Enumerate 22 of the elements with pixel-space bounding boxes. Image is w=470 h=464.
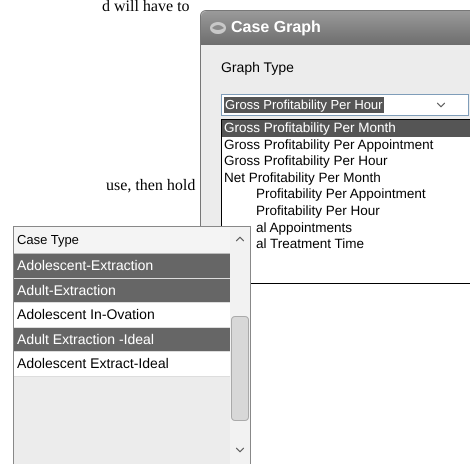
list-row[interactable]: Adult Extraction -Ideal bbox=[14, 328, 230, 352]
window-title: Case Graph bbox=[231, 18, 321, 38]
column-header: Case Type bbox=[14, 227, 230, 254]
app-icon bbox=[209, 20, 227, 36]
dropdown-option[interactable]: al Treatment Time bbox=[254, 236, 470, 253]
dropdown-option[interactable]: Gross Profitability Per Hour bbox=[222, 153, 470, 170]
list-row[interactable]: Adult-Extraction bbox=[14, 278, 230, 303]
dropdown-option[interactable]: Net Profitability Per Month bbox=[222, 170, 470, 186]
list-row[interactable]: Adolescent Extract-Ideal bbox=[14, 352, 230, 376]
dropdown-option[interactable]: Gross Profitability Per Appointment bbox=[222, 136, 470, 154]
list-row[interactable]: Adolescent-Extraction bbox=[14, 254, 230, 278]
body-text: use, then hold bbox=[106, 176, 196, 196]
dropdown-option[interactable]: Gross Profitability Per Month bbox=[222, 120, 470, 137]
dropdown-option[interactable]: Profitability Per Appointment bbox=[254, 186, 470, 203]
scrollbar[interactable] bbox=[230, 227, 250, 464]
graph-type-dropdown[interactable]: Gross Profitability Per Hour bbox=[221, 94, 469, 116]
dropdown-option[interactable]: Profitability Per Hour bbox=[254, 202, 470, 220]
list-row[interactable]: Adolescent In-Ovation bbox=[14, 303, 230, 328]
scroll-thumb[interactable] bbox=[231, 316, 249, 421]
dropdown-option[interactable]: al Appointments bbox=[254, 220, 470, 236]
field-label: Graph Type bbox=[221, 58, 295, 77]
body-text: d will have to bbox=[102, 0, 190, 17]
